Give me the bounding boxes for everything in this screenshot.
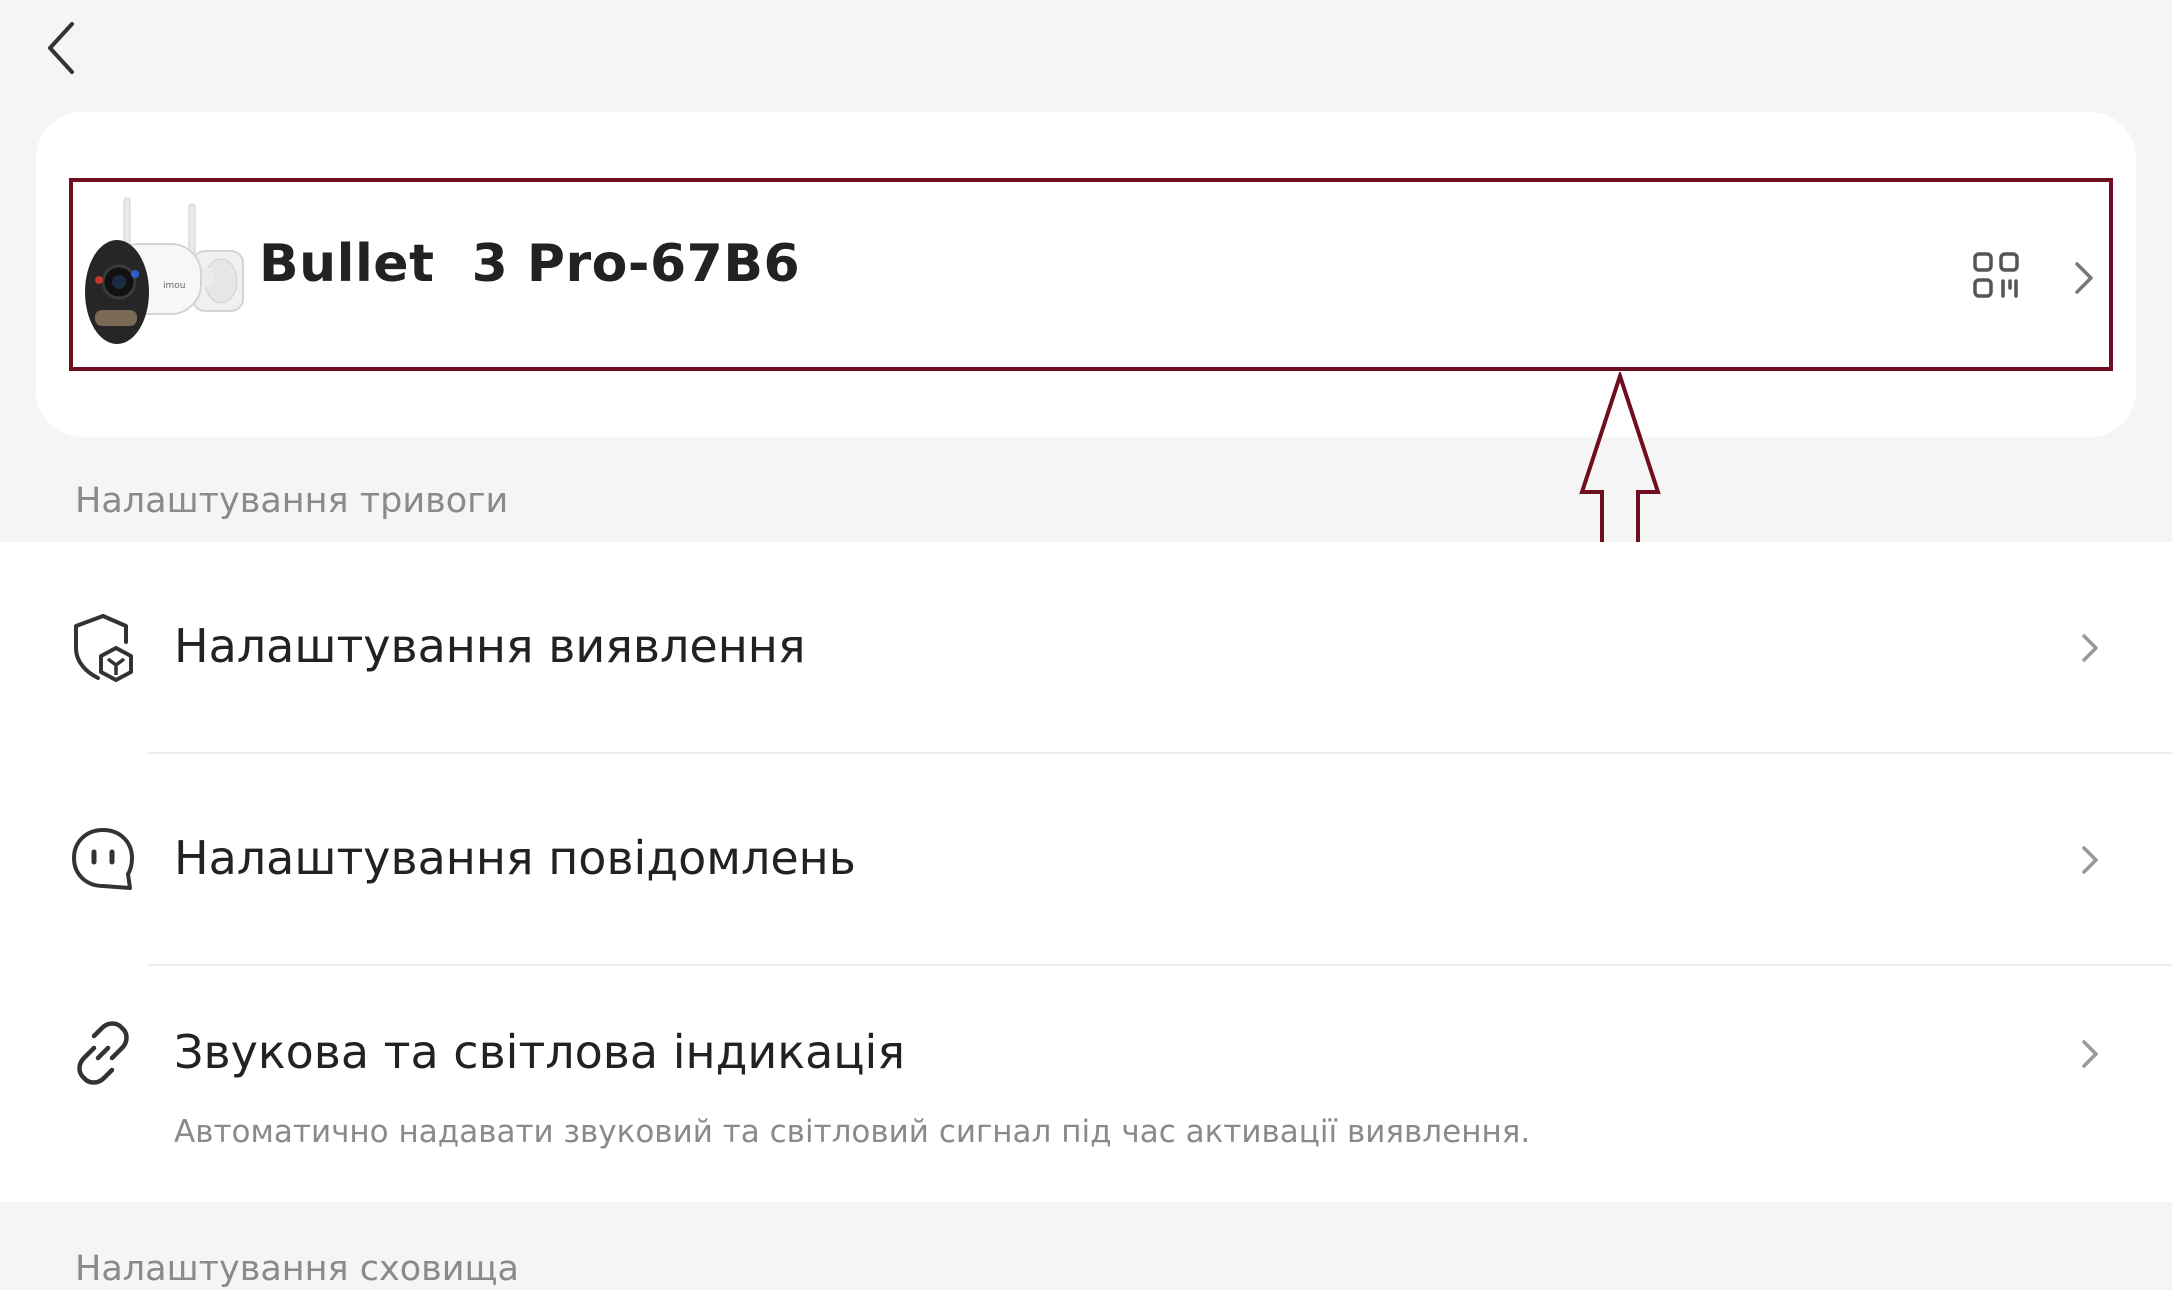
back-button[interactable]	[42, 18, 82, 78]
list-item-label: Налаштування виявлення	[174, 619, 806, 673]
qr-code-button[interactable]	[1973, 252, 2019, 298]
list-item-notification-settings[interactable]: Налаштування повідомлень	[0, 754, 2172, 964]
qr-code-icon	[1973, 252, 2019, 298]
chevron-right-icon	[2082, 634, 2098, 662]
section-title-alarm: Налаштування тривоги	[75, 481, 509, 521]
list-item-description: Автоматично надавати звуковий та світлов…	[174, 1114, 1531, 1150]
device-name: Bullet 3 Pro-67B6	[259, 234, 801, 294]
device-row[interactable]: imou Bullet 3 Pro-67B6	[69, 178, 2113, 371]
device-chevron[interactable]	[2073, 260, 2095, 296]
list-item-sound-light-indication[interactable]: Звукова та світлова індикація Автоматичн…	[0, 966, 2172, 1202]
chevron-right-icon	[2082, 1040, 2098, 1068]
camera-image: imou	[85, 197, 244, 344]
chevron-right-icon	[2082, 846, 2098, 874]
section-title-storage: Налаштування сховища	[75, 1249, 519, 1289]
svg-text:imou: imou	[163, 281, 185, 291]
list-item-label: Звукова та світлова індикація	[174, 1025, 906, 1079]
chevron-left-icon	[48, 22, 74, 74]
list-item-detection-settings[interactable]: Налаштування виявлення	[0, 542, 2172, 752]
link-icon	[77, 1021, 129, 1085]
chevron-right-icon	[2075, 262, 2093, 294]
list-item-label: Налаштування повідомлень	[174, 831, 856, 885]
shield-detection-icon	[74, 614, 133, 682]
chat-bubble-icon	[72, 828, 134, 890]
